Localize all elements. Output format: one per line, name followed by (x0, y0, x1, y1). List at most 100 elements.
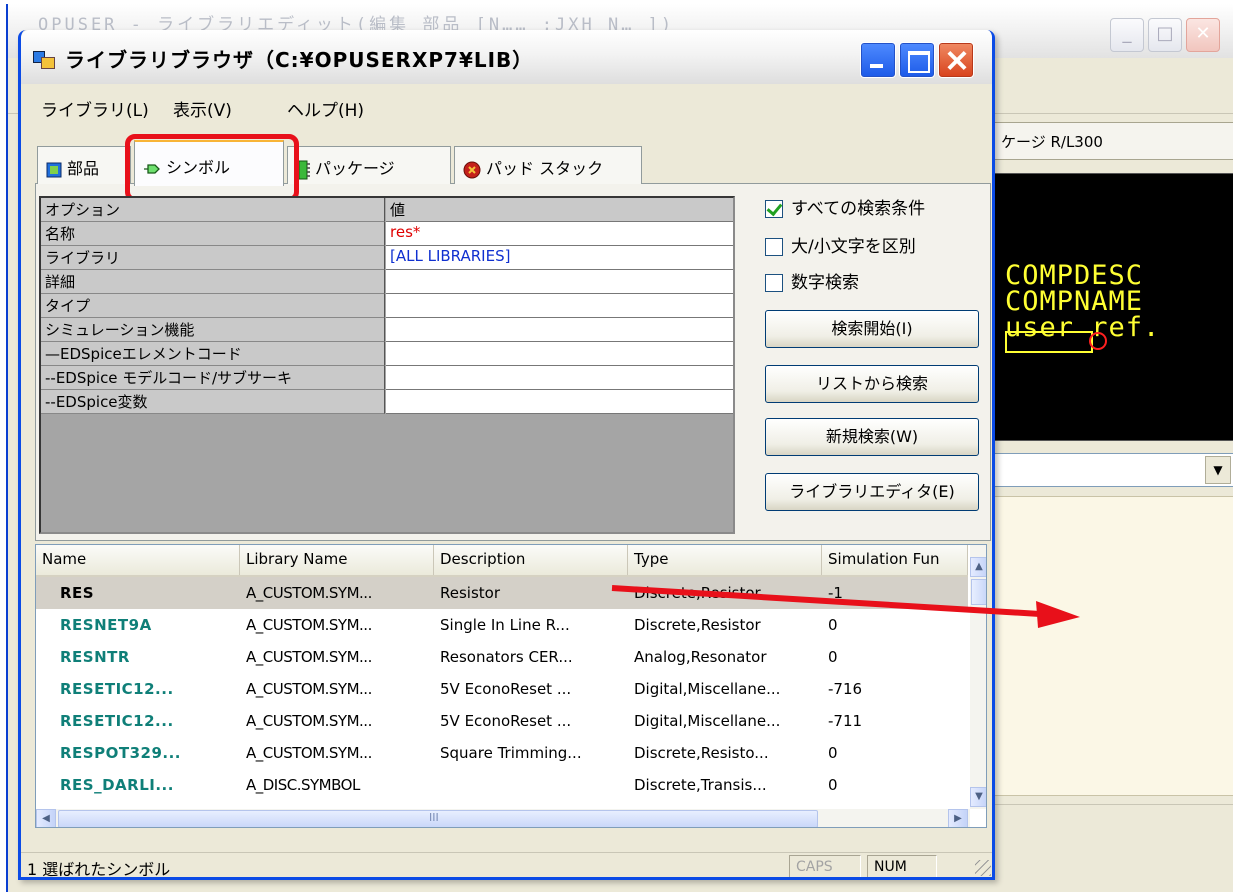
symbol-preview-canvas[interactable]: COMPDESC COMPNAME user ref. (994, 173, 1233, 441)
model-code-value-field[interactable] (386, 366, 733, 390)
tab-package[interactable]: パッケージ (287, 146, 451, 184)
dialog-titlebar[interactable]: ライブラリブラウザ（C:¥OPUSERXP7¥LIB） (21, 30, 992, 84)
menubar: ライブラリ(L) 表示(V) ヘルプ(H) (21, 88, 992, 128)
dialog-title: ライブラリブラウザ（C:¥OPUSERXP7¥LIB） (65, 48, 534, 72)
menu-help[interactable]: ヘルプ(H) (287, 96, 364, 121)
checkbox-unchecked-icon[interactable] (765, 238, 783, 256)
detail-value-field[interactable] (386, 270, 733, 294)
library-editor-button[interactable]: ライブラリエディタ(E) (765, 473, 979, 511)
close-button[interactable] (938, 42, 974, 78)
grid-row[interactable]: 名称 res* (41, 222, 733, 246)
grid-row[interactable]: —EDSpiceエレメントコード (41, 342, 733, 366)
row-simulation: 0 (828, 648, 838, 666)
chevron-down-icon[interactable]: ▼ (1205, 456, 1231, 484)
grid-row-name: 詳細 (41, 270, 385, 294)
column-header-simulation[interactable]: Simulation Fun (822, 545, 968, 575)
grid-row[interactable]: シミュレーション機能 (41, 318, 733, 342)
name-value-field[interactable]: res* (386, 222, 733, 246)
table-row[interactable]: RESNTR A_CUSTOM.SYM... Resonators CER...… (36, 641, 968, 673)
component-icon (46, 162, 62, 177)
maximize-button[interactable] (899, 42, 935, 78)
table-row[interactable]: RES_DARLI... A_DISC.SYMBOL Discrete,Tran… (36, 769, 968, 809)
grid-row-name: --EDSpice変数 (41, 390, 385, 414)
list-header: Name Library Name Description Type Simul… (36, 545, 968, 577)
numeric-search-checkbox[interactable]: 数字検索 (765, 268, 859, 293)
column-header-name[interactable]: Name (36, 545, 240, 575)
column-header-type[interactable]: Type (628, 545, 822, 575)
preview-origin-box (1005, 331, 1093, 353)
table-row-selected[interactable]: RES A_CUSTOM.SYM... Resistor Discrete,Re… (36, 577, 968, 609)
row-type: Analog,Resonator (634, 648, 767, 666)
row-type: Digital,Miscellane... (634, 712, 781, 730)
row-description: 5V EconoReset ... (440, 712, 572, 730)
variable-value-field[interactable] (386, 390, 733, 414)
type-value-field[interactable] (386, 294, 733, 318)
vertical-scrollbar[interactable]: ▲ ▼ (970, 545, 986, 809)
row-name: RESPOT329... (60, 744, 181, 762)
background-close-button[interactable]: ✕ (1186, 18, 1220, 52)
scroll-right-icon[interactable]: ▶ (948, 809, 968, 827)
table-row[interactable]: RESETIC12... A_CUSTOM.SYM... 5V EconoRes… (36, 705, 968, 737)
all-criteria-checkbox[interactable]: すべての検索条件 (765, 194, 925, 219)
element-code-value-field[interactable] (386, 342, 733, 366)
horizontal-scrollbar[interactable]: ◀ III ▶ (36, 809, 970, 827)
resize-grip-icon[interactable] (975, 860, 991, 876)
row-description (434, 769, 628, 801)
column-header-library[interactable]: Library Name (240, 545, 434, 575)
menu-view[interactable]: 表示(V) (173, 96, 232, 121)
row-description: Square Trimming... (440, 744, 582, 762)
grid-row[interactable]: 詳細 (41, 270, 733, 294)
grid-header-row: オプション 値 (41, 198, 733, 222)
grid-row[interactable]: --EDSpice モデルコード/サブサーキ (41, 366, 733, 390)
row-library: A_DISC.SYMBOL (246, 776, 360, 794)
table-row[interactable]: RESETIC12... A_CUSTOM.SYM... 5V EconoRes… (36, 673, 968, 705)
grid-row[interactable]: ライブラリ [ALL LIBRARIES] (41, 246, 733, 270)
row-simulation: -711 (828, 712, 863, 730)
row-simulation: -1 (828, 584, 843, 602)
row-type: Discrete,Resistor (634, 616, 761, 634)
minimize-button[interactable] (860, 42, 896, 78)
symbol-tab-highlight-box (125, 134, 299, 202)
grid-row[interactable]: タイプ (41, 294, 733, 318)
tab-parts[interactable]: 部品 (37, 146, 131, 184)
tab-padstack[interactable]: パッド スタック (454, 146, 642, 184)
background-maximize-button[interactable]: □ (1148, 18, 1182, 52)
checkbox-label: 大/小文字を区別 (791, 237, 916, 257)
symbol-result-list[interactable]: Name Library Name Description Type Simul… (35, 544, 987, 828)
column-header-description[interactable]: Description (434, 545, 628, 575)
background-minimize-button[interactable]: _ (1110, 18, 1144, 52)
row-library: A_CUSTOM.SYM... (246, 680, 372, 698)
table-row[interactable]: RESPOT329... A_CUSTOM.SYM... Square Trim… (36, 737, 968, 769)
grid-header-value: 値 (386, 198, 733, 222)
grid-row[interactable]: --EDSpice変数 (41, 390, 733, 414)
preview-origin-marker-icon (1089, 332, 1107, 350)
scroll-left-icon[interactable]: ◀ (36, 809, 56, 827)
checkbox-checked-icon[interactable] (765, 200, 783, 218)
scroll-down-icon[interactable]: ▼ (970, 787, 986, 807)
background-combo-box[interactable]: ▼ (994, 453, 1233, 487)
scroll-up-icon[interactable]: ▲ (970, 557, 986, 577)
grid-row-name: 名称 (41, 222, 385, 246)
row-type: Digital,Miscellane... (634, 680, 781, 698)
start-search-button[interactable]: 検索開始(I) (765, 310, 979, 348)
vertical-scroll-thumb[interactable] (971, 579, 986, 605)
new-search-button[interactable]: 新規検索(W) (765, 418, 979, 456)
horizontal-scroll-thumb[interactable]: III (58, 810, 818, 827)
checkbox-unchecked-icon[interactable] (765, 274, 783, 292)
case-sensitive-checkbox[interactable]: 大/小文字を区別 (765, 232, 916, 257)
search-from-list-button[interactable]: リストから検索 (765, 365, 979, 403)
row-name: RESETIC12... (60, 680, 174, 698)
table-row[interactable]: RESNET9A A_CUSTOM.SYM... Single In Line … (36, 609, 968, 641)
status-text: 1 選ばれたシンボル (27, 860, 171, 879)
grid-header-option: オプション (41, 198, 385, 222)
row-library: A_CUSTOM.SYM... (246, 712, 372, 730)
library-browser-dialog: ライブラリブラウザ（C:¥OPUSERXP7¥LIB） ライブラリ(L) 表示(… (18, 30, 995, 880)
library-value-field[interactable]: [ALL LIBRARIES] (386, 246, 733, 270)
row-description: Single In Line R... (440, 616, 570, 634)
row-simulation: 0 (828, 616, 838, 634)
background-status-strip (994, 804, 1233, 834)
row-name: RESNTR (60, 648, 130, 666)
menu-library[interactable]: ライブラリ(L) (41, 96, 149, 121)
row-description: Resistor (440, 584, 500, 602)
simulation-value-field[interactable] (386, 318, 733, 342)
